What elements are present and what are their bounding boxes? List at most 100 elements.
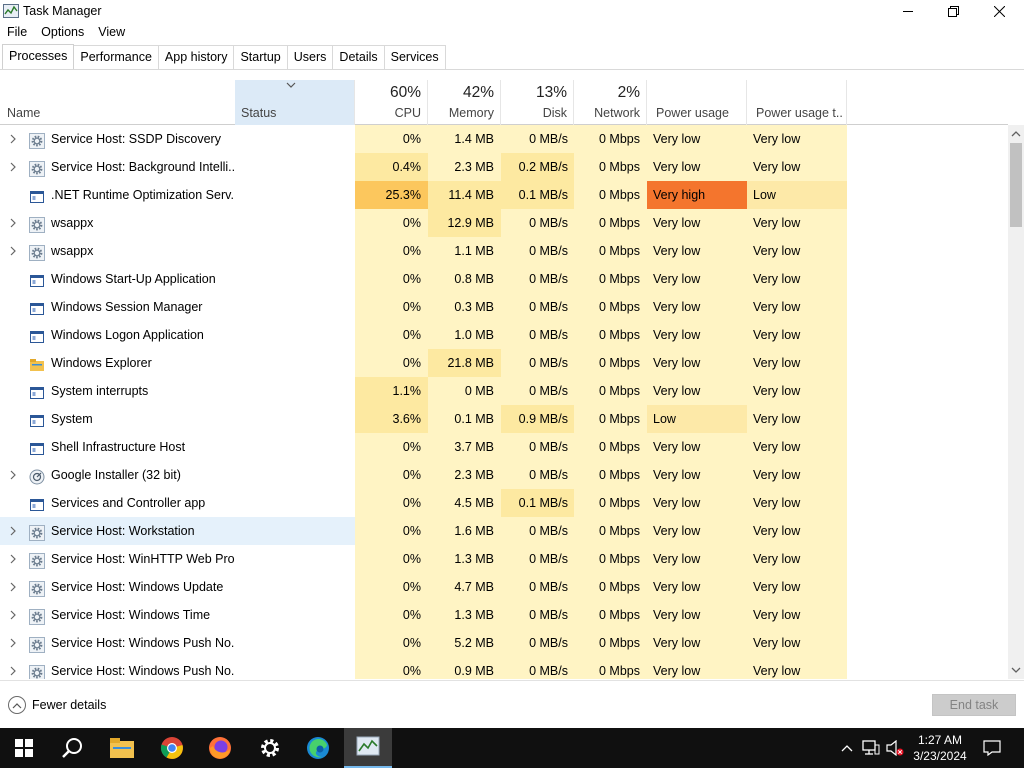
process-name-cell[interactable]: Windows Logon Application	[0, 321, 235, 349]
column-network[interactable]: 2% Network	[574, 80, 647, 125]
chevron-right-icon[interactable]	[8, 638, 18, 648]
process-memory: 1.4 MB	[428, 125, 501, 153]
process-name-cell[interactable]: Service Host: Windows Push No...	[0, 629, 235, 657]
chevron-right-icon[interactable]	[8, 218, 18, 228]
process-name-cell[interactable]: Services and Controller app	[0, 489, 235, 517]
task-manager-taskbar-icon[interactable]	[344, 728, 392, 768]
process-name-cell[interactable]: Service Host: Workstation	[0, 517, 235, 545]
chevron-right-icon[interactable]	[8, 666, 18, 676]
column-memory[interactable]: 42% Memory	[428, 80, 501, 125]
volume-muted-icon[interactable]	[884, 728, 906, 768]
edge-icon[interactable]	[294, 728, 342, 768]
process-name-cell[interactable]: Shell Infrastructure Host	[0, 433, 235, 461]
network-icon[interactable]	[860, 728, 882, 768]
chevron-right-icon[interactable]	[8, 526, 18, 536]
scroll-up-icon[interactable]	[1011, 129, 1021, 139]
process-name-cell[interactable]: Service Host: Windows Update	[0, 573, 235, 601]
process-name-cell[interactable]: Service Host: Windows Time	[0, 601, 235, 629]
menu-file[interactable]: File	[0, 22, 34, 44]
memory-total-pct: 42%	[462, 84, 494, 101]
restore-button[interactable]	[930, 0, 976, 22]
process-disk: 0 MB/s	[501, 377, 574, 405]
process-power-usage: Low	[647, 405, 747, 433]
taskbar-clock[interactable]: 1:27 AM 3/23/2024	[904, 732, 976, 764]
process-power-usage-trend: Very low	[747, 433, 847, 461]
menu-view[interactable]: View	[91, 22, 132, 44]
column-disk[interactable]: 13% Disk	[501, 80, 574, 125]
process-name-cell[interactable]: Windows Start-Up Application	[0, 265, 235, 293]
close-button[interactable]	[976, 0, 1022, 22]
restore-icon	[947, 5, 959, 17]
process-disk: 0.1 MB/s	[501, 489, 574, 517]
process-name: System	[51, 412, 93, 426]
tab-strip: Processes Performance App history Startu…	[0, 44, 1024, 70]
chevron-right-icon[interactable]	[8, 246, 18, 256]
process-status	[235, 181, 355, 209]
firefox-icon[interactable]	[196, 728, 244, 768]
fewer-details-label: Fewer details	[32, 698, 107, 712]
chevron-right-icon[interactable]	[8, 610, 18, 620]
tab-performance[interactable]: Performance	[73, 45, 159, 69]
process-name: .NET Runtime Optimization Serv...	[51, 188, 235, 202]
process-name-cell[interactable]: System	[0, 405, 235, 433]
process-name: wsappx	[51, 244, 94, 258]
end-task-button[interactable]: End task	[932, 694, 1016, 716]
process-name-cell[interactable]: Windows Explorer	[0, 349, 235, 377]
process-name-cell[interactable]: Windows Session Manager	[0, 293, 235, 321]
column-power-usage[interactable]: Power usage	[647, 80, 747, 125]
tab-services[interactable]: Services	[383, 45, 446, 69]
process-name: Google Installer (32 bit)	[51, 468, 181, 482]
process-name-cell[interactable]: Service Host: Windows Push No...	[0, 657, 235, 679]
tab-details[interactable]: Details	[332, 45, 385, 69]
scroll-down-icon[interactable]	[1011, 665, 1021, 675]
process-name-cell[interactable]: Google Installer (32 bit)	[0, 461, 235, 489]
chevron-right-icon[interactable]	[8, 162, 18, 172]
window-icon	[29, 187, 45, 203]
chrome-icon[interactable]	[148, 728, 196, 768]
tab-startup[interactable]: Startup	[233, 45, 288, 69]
process-name-cell[interactable]: wsappx	[0, 237, 235, 265]
process-name-cell[interactable]: .NET Runtime Optimization Serv...	[0, 181, 235, 209]
chevron-right-icon[interactable]	[8, 554, 18, 564]
chevron-right-icon[interactable]	[8, 470, 18, 480]
process-memory: 1.6 MB	[428, 517, 501, 545]
process-name-cell[interactable]: Service Host: WinHTTP Web Pro...	[0, 545, 235, 573]
file-explorer-icon[interactable]	[98, 728, 146, 768]
chevron-right-icon[interactable]	[8, 582, 18, 592]
chevron-right-icon[interactable]	[8, 134, 18, 144]
process-network: 0 Mbps	[574, 461, 647, 489]
minimize-button[interactable]	[885, 0, 931, 22]
process-name-cell[interactable]: wsappx	[0, 209, 235, 237]
fewer-details-button[interactable]: Fewer details	[8, 696, 106, 714]
settings-icon[interactable]	[246, 728, 294, 768]
search-icon[interactable]	[48, 728, 96, 768]
column-power-usage-label: Power usage	[656, 106, 729, 120]
tab-app-history[interactable]: App history	[157, 45, 235, 69]
vertical-scrollbar[interactable]	[1008, 125, 1024, 679]
notification-icon	[983, 740, 1001, 756]
menu-options[interactable]: Options	[34, 22, 91, 44]
tab-processes[interactable]: Processes	[2, 44, 75, 69]
process-power-usage-trend: Very low	[747, 573, 847, 601]
column-name[interactable]: Name	[0, 80, 235, 125]
show-hidden-icons-button[interactable]	[838, 728, 856, 768]
column-power-usage-trend[interactable]: Power usage t...	[747, 80, 847, 125]
process-disk: 0 MB/s	[501, 433, 574, 461]
column-status[interactable]: Status	[235, 80, 355, 125]
process-name-cell[interactable]: Service Host: Background Intelli...	[0, 153, 235, 181]
action-center-button[interactable]	[978, 728, 1006, 768]
process-power-usage: Very low	[647, 573, 747, 601]
windows-start-icon[interactable]	[0, 728, 48, 768]
scrollbar-thumb[interactable]	[1010, 143, 1022, 227]
installer-icon	[29, 467, 45, 485]
process-power-usage: Very low	[647, 153, 747, 181]
process-name-cell[interactable]: System interrupts	[0, 377, 235, 405]
process-memory: 5.2 MB	[428, 629, 501, 657]
process-name-cell[interactable]: Service Host: SSDP Discovery	[0, 125, 235, 153]
window-icon	[29, 299, 45, 315]
process-cpu: 0%	[355, 265, 428, 293]
process-name: Windows Logon Application	[51, 328, 204, 342]
column-cpu[interactable]: 60% CPU	[355, 80, 428, 125]
column-network-label: Network	[594, 106, 640, 120]
tab-users[interactable]: Users	[286, 45, 334, 69]
